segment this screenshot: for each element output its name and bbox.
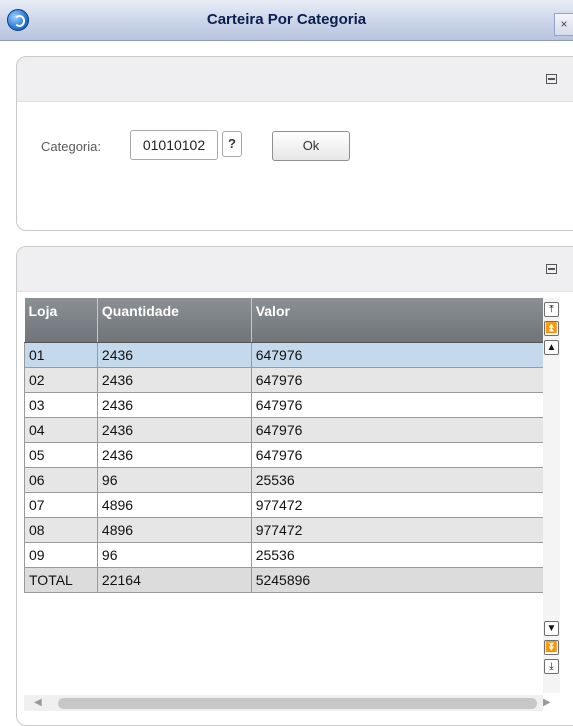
- results-panel-header: [17, 247, 573, 292]
- cell-valor: 647976: [250, 416, 545, 443]
- cell-valor: 5245896: [250, 566, 545, 593]
- cell-quantidade: 2436: [96, 416, 252, 443]
- results-grid: Loja Quantidade Valor 01 2436 647976 02 …: [24, 298, 545, 603]
- cell-valor: 647976: [250, 366, 545, 393]
- ok-button[interactable]: Ok: [272, 131, 350, 161]
- column-header-valor[interactable]: Valor: [251, 298, 545, 343]
- cell-loja: 08: [24, 516, 98, 543]
- horizontal-scroll-thumb[interactable]: [58, 698, 537, 709]
- table-row[interactable]: 04 2436 647976: [24, 416, 545, 443]
- cell-quantidade: 2436: [96, 366, 252, 393]
- scroll-to-top-icon[interactable]: ⤒: [544, 302, 559, 317]
- table-row[interactable]: 02 2436 647976: [24, 366, 545, 393]
- table-row[interactable]: 09 96 25536: [24, 541, 545, 568]
- cell-valor: 647976: [250, 441, 545, 468]
- cell-loja: 04: [24, 416, 98, 443]
- page-down-icon[interactable]: ⏬: [544, 640, 559, 655]
- line-up-icon[interactable]: ▲: [544, 340, 559, 355]
- cell-loja: 03: [24, 391, 98, 418]
- cell-quantidade: 2436: [96, 441, 252, 468]
- cell-quantidade: 4896: [96, 491, 252, 518]
- cell-valor: 977472: [250, 491, 545, 518]
- cell-loja: TOTAL: [24, 566, 98, 593]
- category-label: Categoria:: [41, 139, 101, 154]
- results-panel: Loja Quantidade Valor 01 2436 647976 02 …: [16, 246, 573, 726]
- table-row[interactable]: 08 4896 977472: [24, 516, 545, 543]
- cell-quantidade: 22164: [96, 566, 252, 593]
- table-row[interactable]: 01 2436 647976: [24, 341, 545, 368]
- cell-loja: 02: [24, 366, 98, 393]
- cell-quantidade: 96: [96, 541, 252, 568]
- filter-panel-header: [17, 57, 573, 102]
- cell-loja: 06: [24, 466, 98, 493]
- cell-valor: 25536: [250, 466, 545, 493]
- column-header-quantidade[interactable]: Quantidade: [97, 298, 252, 343]
- table-row[interactable]: 06 96 25536: [24, 466, 545, 493]
- table-total-row[interactable]: TOTAL 22164 5245896: [24, 566, 545, 593]
- scroll-left-icon[interactable]: ◀: [34, 697, 42, 708]
- cell-valor: 977472: [250, 516, 545, 543]
- category-input[interactable]: [130, 130, 218, 160]
- page-up-icon[interactable]: ⏫: [544, 321, 559, 336]
- cell-quantidade: 4896: [96, 516, 252, 543]
- table-row[interactable]: 05 2436 647976: [24, 441, 545, 468]
- title-bar: Carteira Por Categoria ×: [0, 0, 573, 41]
- cell-loja: 01: [24, 341, 98, 368]
- scroll-to-bottom-icon[interactable]: ⤓: [544, 659, 559, 674]
- close-button[interactable]: ×: [554, 13, 573, 36]
- category-lookup-button[interactable]: ?: [222, 131, 242, 157]
- horizontal-scrollbar[interactable]: ◀ ▶: [24, 695, 551, 711]
- cell-loja: 09: [24, 541, 98, 568]
- table-row[interactable]: 03 2436 647976: [24, 391, 545, 418]
- scroll-right-icon[interactable]: ▶: [543, 697, 551, 708]
- cell-loja: 05: [24, 441, 98, 468]
- table-row[interactable]: 07 4896 977472: [24, 491, 545, 518]
- cell-quantidade: 96: [96, 466, 252, 493]
- filter-panel: Categoria: ? Ok: [16, 56, 573, 231]
- cell-valor: 647976: [250, 391, 545, 418]
- cell-valor: 647976: [250, 341, 545, 368]
- window-title: Carteira Por Categoria: [206, 11, 367, 28]
- cell-valor: 25536: [250, 541, 545, 568]
- line-down-icon[interactable]: ▼: [544, 621, 559, 636]
- cell-quantidade: 2436: [96, 341, 252, 368]
- cell-quantidade: 2436: [96, 391, 252, 418]
- collapse-icon[interactable]: [546, 264, 557, 274]
- vertical-scrollbar[interactable]: ⤒ ⏫ ▲ ▼ ⏬ ⤓: [543, 298, 560, 693]
- collapse-icon[interactable]: [546, 74, 557, 84]
- cell-loja: 07: [24, 491, 98, 518]
- column-header-loja[interactable]: Loja: [24, 298, 98, 343]
